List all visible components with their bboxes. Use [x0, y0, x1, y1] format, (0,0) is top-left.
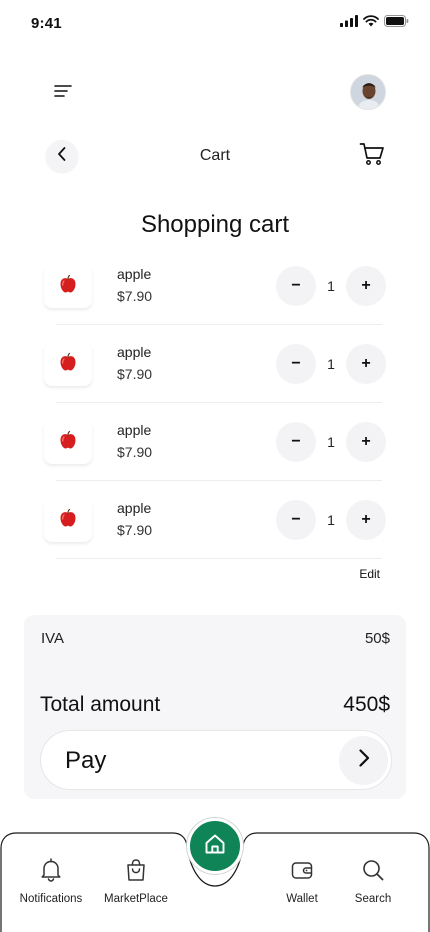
minus-icon: − [291, 277, 301, 294]
signal-icon [340, 14, 358, 32]
decrease-quantity-button[interactable]: − [276, 266, 316, 306]
apple-icon [58, 352, 78, 377]
product-thumbnail[interactable] [44, 264, 92, 308]
increase-quantity-button[interactable]: + [346, 344, 386, 384]
chevron-right-icon [357, 748, 371, 773]
item-price: $7.90 [117, 444, 153, 460]
minus-icon: − [291, 511, 301, 528]
decrease-quantity-button[interactable]: − [276, 500, 316, 540]
quantity-value: 1 [327, 434, 335, 450]
home-icon [203, 832, 227, 861]
item-price: $7.90 [117, 366, 153, 382]
chevron-left-icon [56, 146, 68, 167]
apple-icon [58, 430, 78, 455]
edit-link[interactable]: Edit [359, 567, 380, 581]
pay-button-label: Pay [65, 747, 107, 774]
page-title: Shopping cart [140, 211, 290, 238]
avatar[interactable] [350, 74, 386, 110]
total-amount-value: 450$ [343, 693, 390, 716]
iva-label: IVA [41, 630, 65, 647]
bottom-navigation: Notifications MarketPlace Wallet Search [0, 818, 430, 932]
decrease-quantity-button[interactable]: − [276, 422, 316, 462]
total-amount-label: Total amount [40, 693, 161, 716]
cart-button[interactable] [356, 140, 388, 172]
shopping-bag-icon [125, 858, 147, 887]
wifi-icon [363, 14, 379, 32]
bell-icon [40, 858, 62, 887]
order-summary-card: IVA 50$ Total amount 450$ Pay [24, 615, 406, 799]
nav-label: MarketPlace [104, 893, 168, 905]
minus-icon: − [291, 355, 301, 372]
item-name: apple [117, 266, 152, 282]
top-bar [0, 72, 430, 114]
item-name: apple [117, 422, 152, 438]
quantity-value: 1 [327, 512, 335, 528]
cart-icon [359, 142, 385, 171]
increase-quantity-button[interactable]: + [346, 266, 386, 306]
menu-button[interactable] [48, 78, 78, 108]
wallet-icon [290, 858, 314, 887]
menu-icon [54, 84, 72, 103]
iva-value: 50$ [364, 630, 390, 647]
item-name: apple [117, 344, 152, 360]
cart-item: apple $7.90 − 1 + [0, 403, 430, 481]
nav-label: Wallet [286, 893, 318, 905]
minus-icon: − [291, 433, 301, 450]
status-icons [340, 14, 409, 32]
nav-label: Notifications [19, 893, 83, 905]
nav-bar: Cart [0, 138, 430, 174]
item-price: $7.90 [117, 522, 153, 538]
apple-icon [58, 508, 78, 533]
search-icon [361, 858, 385, 887]
pay-button[interactable]: Pay [40, 730, 392, 790]
status-time: 9:41 [31, 15, 62, 32]
cart-list: apple $7.90 − 1 + apple $7.90 − 1 + appl… [0, 247, 430, 559]
decrease-quantity-button[interactable]: − [276, 344, 316, 384]
plus-icon: + [361, 277, 371, 294]
nav-item-search[interactable]: Search [330, 858, 416, 905]
product-thumbnail[interactable] [44, 498, 92, 542]
plus-icon: + [361, 511, 371, 528]
quantity-value: 1 [327, 278, 335, 294]
item-name: apple [117, 500, 152, 516]
nav-item-marketplace[interactable]: MarketPlace [93, 858, 179, 905]
plus-icon: + [361, 433, 371, 450]
nav-label: Search [354, 893, 392, 905]
nav-item-notifications[interactable]: Notifications [8, 858, 94, 905]
increase-quantity-button[interactable]: + [346, 422, 386, 462]
status-bar: 9:41 [0, 0, 430, 48]
cart-item: apple $7.90 − 1 + [0, 481, 430, 559]
product-thumbnail[interactable] [44, 420, 92, 464]
pay-arrow-button[interactable] [339, 736, 388, 785]
cart-item: apple $7.90 − 1 + [0, 325, 430, 403]
back-button[interactable] [46, 140, 78, 172]
apple-icon [58, 274, 78, 299]
battery-icon [384, 14, 409, 32]
home-button[interactable] [187, 818, 243, 874]
cart-item: apple $7.90 − 1 + [0, 247, 430, 325]
increase-quantity-button[interactable]: + [346, 500, 386, 540]
quantity-value: 1 [327, 356, 335, 372]
item-price: $7.90 [117, 288, 153, 304]
plus-icon: + [361, 355, 371, 372]
divider [56, 558, 382, 559]
product-thumbnail[interactable] [44, 342, 92, 386]
